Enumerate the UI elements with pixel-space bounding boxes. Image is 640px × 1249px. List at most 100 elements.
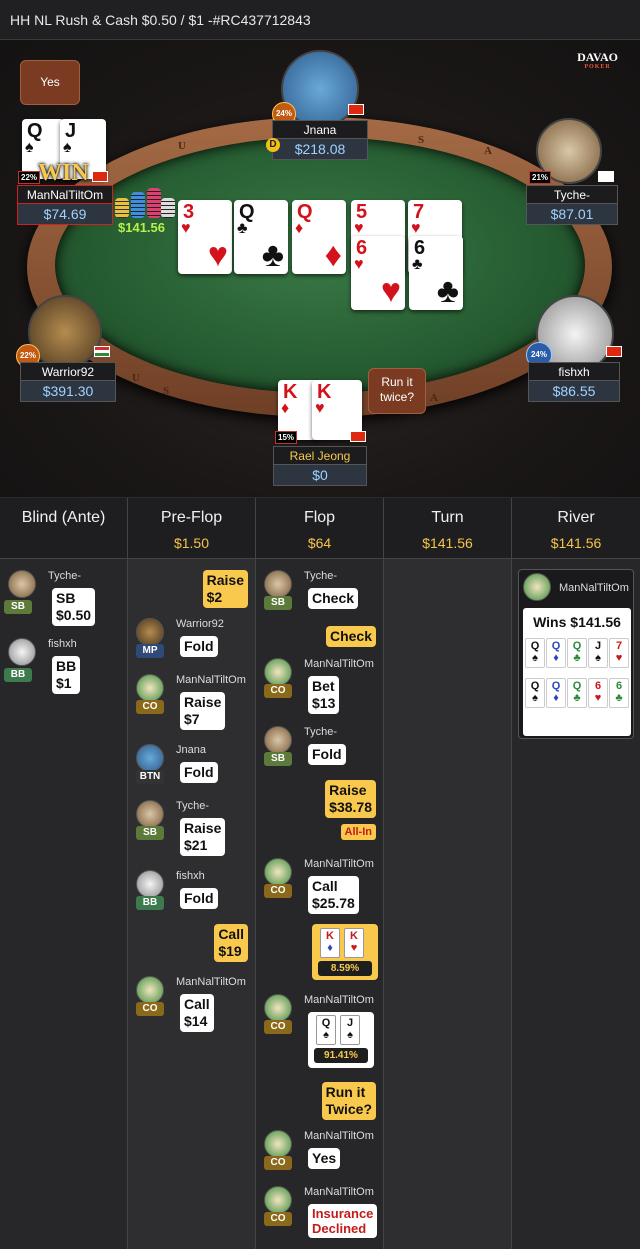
card-suit-large: ♣ [261,236,284,274]
mini-card: Q ♠ [316,1015,336,1045]
rail-letter: U [132,372,140,384]
action-label: Check [312,590,355,606]
river-card: J ♠ [588,638,608,668]
player-name: Warrior92 [176,618,224,630]
mannal-percent-badge: 22% [18,171,41,184]
pot-amount: $141.56 [118,220,165,235]
action-label: Raise [329,782,367,798]
hk-flag-icon [350,431,366,442]
position-badge: BB [4,668,32,682]
mini-card: K ♥ [344,928,364,958]
hu-flag-icon [94,346,110,357]
action-amount: $14 [184,1013,208,1029]
player-avatar [136,618,164,646]
player-name: ManNalTiltOm [304,858,374,870]
chat-bubble-mannal: Yes [20,60,80,105]
river-card: Q ♦ [546,638,566,668]
card-rank: K [326,930,334,942]
hand-history-steps: Blind (Ante) SB Tyche- SB $0.50 BB fishxh BB $1… [0,498,640,1249]
winner-name: ManNalTiltOm [559,582,629,594]
action-label: Call [184,996,210,1012]
all-in-badge: All-In [340,824,376,840]
card-suit-large: ♣ [436,272,459,310]
card-suit: ♣ [615,692,623,704]
seat-name-fishxh: fishxh [528,362,620,381]
action-label: Raise [184,820,222,836]
player-avatar [136,976,164,1004]
card-rank: Q [321,1017,331,1029]
position-badge: BTN [136,770,164,784]
card-suit: ♥ [411,220,421,237]
hk-flag-icon [92,171,108,182]
player-name: Tyche- [176,800,210,812]
card-suit: ♣ [573,692,581,704]
card-suit: ♥ [594,692,602,704]
hero-cards-equity: K ♦ K ♥ 8.59% [312,924,378,980]
position-badge: CO [264,1156,292,1170]
card-suit: ♥ [354,256,364,273]
seat-name-warrior92: Warrior92 [20,362,116,381]
position-badge: MP [136,644,164,658]
action-label: SB [56,590,76,606]
seat-stack-jnana: $218.08 [272,138,368,160]
player-avatar [136,800,164,828]
player-name: ManNalTiltOm [304,994,374,1006]
card-suit: ♠ [323,1029,329,1041]
action-amount: $0.50 [56,607,92,623]
player-avatar [136,674,164,702]
card-suit: ♠ [532,692,538,704]
card-suit: ♠ [532,652,538,664]
position-badge: CO [136,1002,164,1016]
card-suit: ♦ [327,942,333,954]
card-suit: ♦ [295,220,304,237]
davao-poker-logo: DAVAO POKER [577,50,618,70]
hk-flag-icon [606,346,622,357]
seat-name-jnana: Jnana [272,120,368,139]
hand-title: HH NL Rush & Cash $0.50 / $1 -#RC4377128… [10,12,311,28]
card-suit: ♣ [573,652,581,664]
card-rank: Q [530,680,540,692]
seat-name-tyche: Tyche- [526,185,618,204]
action-amount: $21 [184,837,208,853]
rail-letter: U [178,140,186,152]
player-action: Raise $7 [180,692,226,730]
card-rank: Q [572,680,582,692]
action-label: Insurance [312,1206,374,1221]
card-rank: J [594,640,602,652]
column-pot: $141.56 [550,535,602,551]
player-avatar [264,658,292,686]
action-label: Call [218,926,244,942]
board-card: Q ♦ ♦ [292,200,346,274]
action-label: Yes [312,1150,337,1166]
seat-stack-mannal: $74.69 [17,203,113,225]
position-badge: CO [264,1020,292,1034]
seat-stack-rael: $0 [273,464,367,486]
action-amount: $7 [184,711,200,727]
pot-chip-stack [115,188,175,222]
rail-letter: A [430,392,438,404]
card-suit: ♥ [350,942,358,954]
card-suit-large: ♥ [207,236,228,274]
card-suit: ♦ [553,652,559,664]
player-name: Jnana [176,744,206,756]
card-rank: K [350,930,358,942]
player-name: ManNalTiltOm [304,1186,374,1198]
position-badge: SB [4,600,32,614]
column-title: Pre-Flop [160,509,223,526]
player-name: ManNalTiltOm [304,1130,374,1142]
hero-action: Raise $2 [202,570,248,608]
card-rank: 7 [615,640,623,652]
river-card: Q ♣ [567,678,587,708]
column-title: Flop [303,509,336,526]
river-card: Q ♦ [546,678,566,708]
mini-card: K ♦ [320,928,340,958]
board-card: 6 ♣ ♣ [409,236,463,310]
action-label: BB [56,658,77,674]
card-rank: 6 [594,680,602,692]
player-name: ManNalTiltOm [176,976,246,988]
card-rank: Q [551,680,561,692]
player-action: Raise $21 [180,818,226,856]
action-amount: $19 [218,943,242,959]
action-amount: $1 [56,675,72,691]
card-rank: 6 [615,680,623,692]
